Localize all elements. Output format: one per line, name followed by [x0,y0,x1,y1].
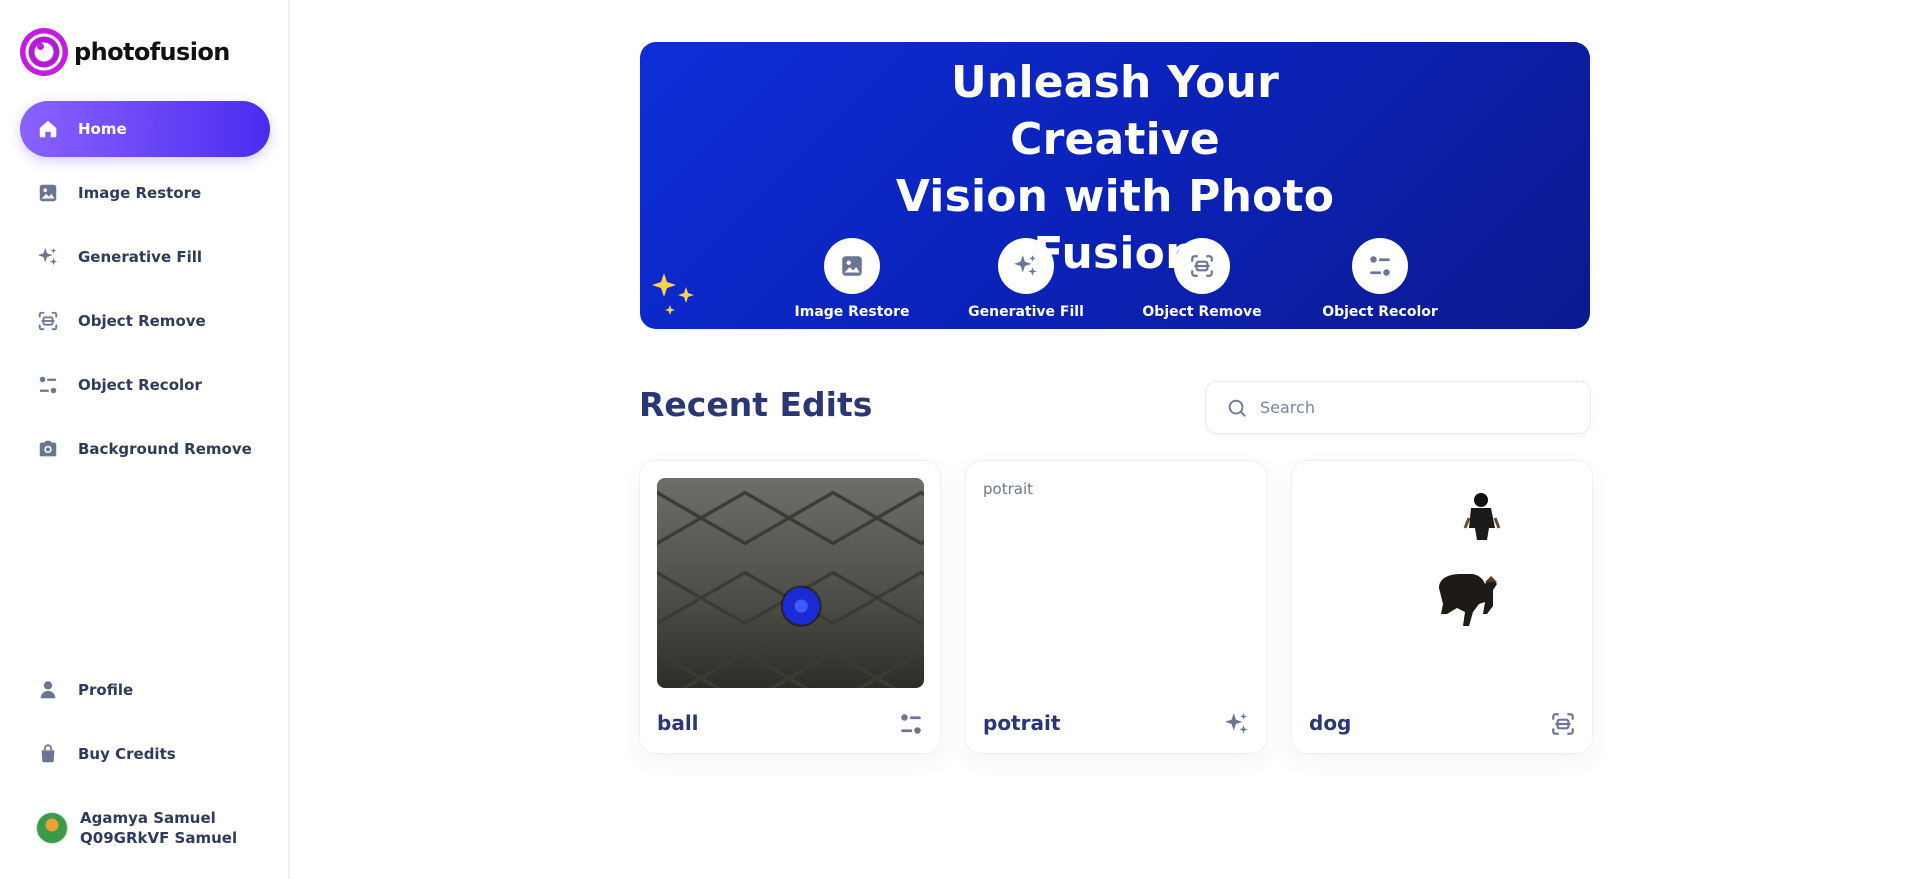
card-image[interactable]: potrait [983,478,1250,688]
search-input[interactable] [1260,398,1560,417]
card-title: ball [657,711,699,735]
sidebar-item-home[interactable]: Home [20,101,270,157]
bag-icon [36,742,60,766]
user-name-line1: Agamya Samuel [80,809,216,827]
sidebar-item-profile[interactable]: Profile [20,662,270,718]
app: photofusion Home Image Restore Generativ… [0,0,1920,879]
card-image[interactable] [657,478,924,688]
object-remove-icon [1174,238,1230,294]
user-profile[interactable]: Agamya Samuel Q09GRkVF Samuel [36,808,237,848]
sidebar-item-label: Image Restore [78,184,202,202]
object-remove-icon [36,309,60,333]
object-remove-icon[interactable] [1550,711,1576,737]
sidebar-item-label: Generative Fill [78,248,203,266]
hero-banner: Unleash Your Creative Vision with Photo … [640,42,1590,329]
hero-tool-object-recolor[interactable]: Object Recolor [1310,238,1450,320]
card-image[interactable] [1309,478,1576,688]
recent-edit-card[interactable]: dog [1291,460,1593,754]
sidebar: photofusion Home Image Restore Generativ… [0,0,290,879]
brand-logo[interactable]: photofusion [20,28,230,76]
recent-edit-card[interactable]: ball [639,460,941,754]
home-icon [36,117,60,141]
sparkles-decoration-icon [652,273,694,315]
image-icon [824,238,880,294]
sparkles-icon [998,238,1054,294]
hero-title-line1: Unleash Your Creative [951,57,1279,165]
broken-image-alt: potrait [983,480,1033,498]
recent-edit-card[interactable]: potrait potrait [965,460,1267,754]
sidebar-item-buy-credits[interactable]: Buy Credits [20,726,270,782]
sidebar-item-label: Background Remove [78,440,252,458]
sidebar-item-image-restore[interactable]: Image Restore [20,165,270,221]
sidebar-item-label: Profile [78,681,134,699]
sidebar-item-object-remove[interactable]: Object Remove [20,293,270,349]
sidebar-item-label: Object Recolor [78,376,202,394]
hero-tool-object-remove[interactable]: Object Remove [1132,238,1272,320]
sparkles-icon[interactable] [1224,711,1250,737]
camera-icon [36,437,60,461]
hero-tool-label: Object Remove [1142,304,1262,320]
hero-tools: Image Restore Generative Fill Object Rem… [640,238,1590,328]
card-title: dog [1309,711,1352,735]
recolor-icon[interactable] [898,711,924,737]
image-icon [36,181,60,205]
hero-tool-generative-fill[interactable]: Generative Fill [956,238,1096,320]
hero-tool-label: Image Restore [794,304,910,320]
sidebar-nav: Home Image Restore Generative Fill Objec… [20,101,270,485]
sidebar-item-label: Home [78,120,127,138]
sidebar-bottom-nav: Profile Buy Credits [20,662,270,790]
card-title: potrait [983,711,1061,735]
sidebar-item-label: Buy Credits [78,745,176,763]
recolor-icon [1352,238,1408,294]
dog-photo [1309,478,1576,688]
sidebar-item-object-recolor[interactable]: Object Recolor [20,357,270,413]
search-box[interactable] [1205,381,1591,434]
section-title-recent-edits: Recent Edits [639,385,873,424]
hero-tool-label: Object Recolor [1322,304,1438,320]
sidebar-item-generative-fill[interactable]: Generative Fill [20,229,270,285]
hero-tool-image-restore[interactable]: Image Restore [782,238,922,320]
user-name-line2: Q09GRkVF Samuel [80,829,238,847]
sidebar-item-label: Object Remove [78,312,206,330]
hero-tool-label: Generative Fill [968,304,1084,320]
ball-photo [657,478,924,688]
recolor-icon [36,373,60,397]
brand-name: photofusion [74,38,230,66]
sparkles-icon [36,245,60,269]
photofusion-logo-icon [20,28,68,76]
avatar [36,812,68,844]
hero-title-line2: Vision with Photo [895,171,1335,222]
sidebar-item-background-remove[interactable]: Background Remove [20,421,270,477]
user-icon [36,678,60,702]
search-icon [1228,399,1246,417]
